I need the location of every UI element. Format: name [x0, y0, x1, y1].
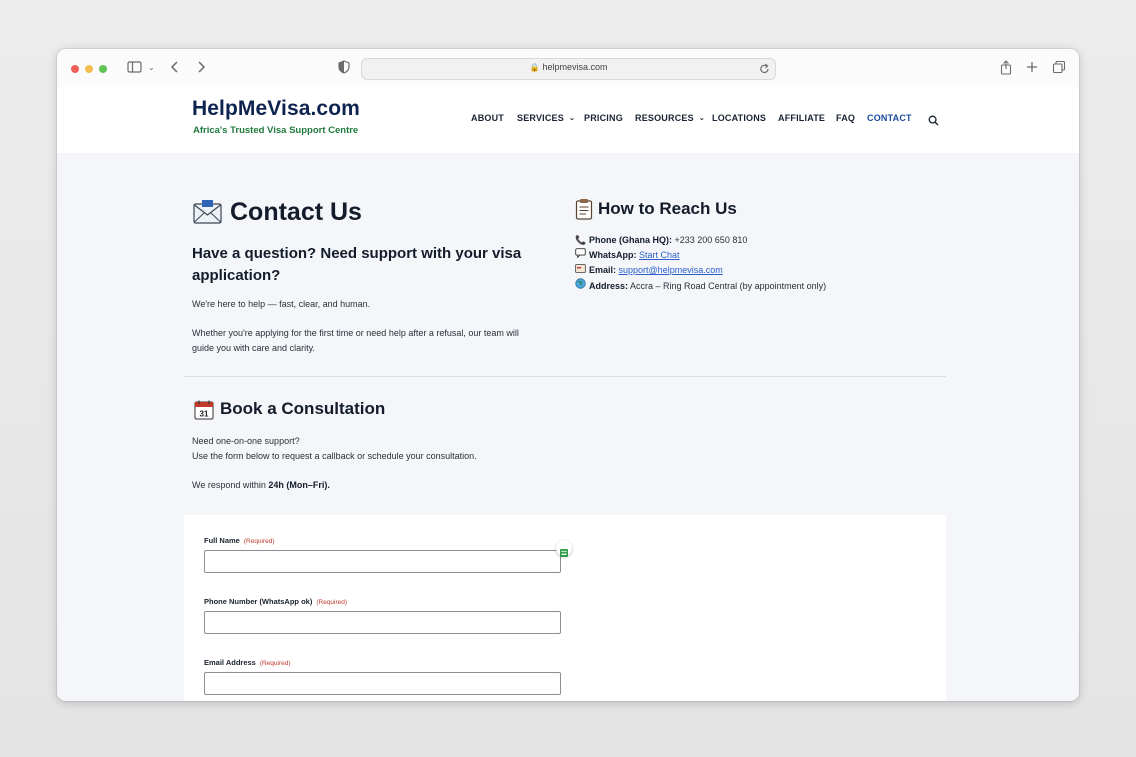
svg-text:31: 31: [200, 410, 209, 419]
autofill-badge[interactable]: [556, 540, 572, 557]
nav-faq[interactable]: FAQ: [836, 113, 855, 123]
sidebar-toggle-icon[interactable]: [127, 60, 143, 76]
address-bar[interactable]: 🔒 helpmevisa.com: [361, 58, 776, 80]
tab-overview-icon[interactable]: [1052, 60, 1066, 76]
site-logo[interactable]: HelpMeVisa.com: [192, 97, 360, 121]
booking-line-2: Use the form below to request a callback…: [192, 451, 477, 461]
lock-icon: 🔒: [529, 63, 540, 72]
new-tab-plus-icon[interactable]: [1026, 60, 1038, 76]
chat-bubble-icon: [575, 248, 586, 262]
full-name-label: Full Name (Required): [204, 536, 275, 545]
booking-line-1: Need one-on-one support?: [192, 436, 300, 446]
nav-about[interactable]: ABOUT: [471, 113, 504, 123]
web-page: HelpMeVisa.com Africa's Trusted Visa Sup…: [57, 87, 1079, 701]
address-line: Address: Accra – Ring Road Central (by a…: [575, 278, 826, 292]
clipboard-icon: [575, 198, 593, 225]
phone-number-input[interactable]: [204, 611, 561, 634]
phone-icon: 📞: [575, 235, 587, 245]
back-arrow-icon[interactable]: [170, 60, 180, 76]
url-text: helpmevisa.com: [542, 62, 608, 72]
page-title: Contact Us: [230, 198, 362, 226]
nav-services[interactable]: SERVICES ⌄: [517, 113, 575, 123]
contact-description-text: Whether you're applying for the first ti…: [192, 328, 519, 353]
share-icon[interactable]: [1000, 60, 1012, 76]
email-link[interactable]: support@helpmevisa.com: [619, 265, 723, 275]
forward-arrow-icon[interactable]: [196, 60, 206, 76]
nav-locations[interactable]: LOCATIONS: [712, 113, 766, 123]
nav-pricing[interactable]: PRICING: [584, 113, 623, 123]
chevron-down-icon: ⌄: [698, 115, 705, 122]
browser-window: ⌄ 🔒 helpmevisa.com HelpMeVisa.com Africa…: [57, 49, 1079, 701]
required-indicator: (Required): [259, 660, 291, 667]
calendar-icon: 31: [194, 400, 214, 425]
reload-icon[interactable]: [759, 62, 770, 80]
full-name-input[interactable]: [204, 550, 561, 573]
minimize-window-button[interactable]: [85, 65, 93, 73]
nav-affiliate[interactable]: AFFILIATE: [778, 113, 825, 123]
contact-intro-text: We're here to help — fast, clear, and hu…: [192, 299, 371, 309]
whatsapp-start-chat-link[interactable]: Start Chat: [639, 250, 680, 260]
phone-number-label: Phone Number (WhatsApp ok) (Required): [204, 597, 348, 606]
reach-us-heading: How to Reach Us: [598, 199, 737, 218]
response-time-text: We respond within 24h (Mon–Fri).: [192, 480, 330, 490]
contact-question-heading: Have a question? Need support with your …: [192, 245, 522, 284]
zoom-window-button[interactable]: [99, 65, 107, 73]
required-indicator: (Required): [243, 538, 275, 545]
phone-line: 📞 Phone (Ghana HQ): +233 200 650 810: [575, 235, 748, 245]
email-address-label: Email Address (Required): [204, 658, 291, 667]
site-tagline: Africa's Trusted Visa Support Centre: [193, 125, 359, 136]
browser-toolbar: ⌄ 🔒 helpmevisa.com: [57, 49, 1079, 88]
book-consultation-heading: Book a Consultation: [220, 399, 386, 418]
envelope-icon: [193, 199, 223, 230]
email-icon: [575, 263, 586, 277]
chevron-down-icon[interactable]: ⌄: [148, 60, 155, 76]
chevron-down-icon: ⌄: [568, 115, 576, 122]
phone-number[interactable]: +233 200 650 810: [675, 235, 748, 245]
email-line: Email: support@helpmevisa.com: [575, 263, 723, 277]
search-icon[interactable]: [928, 113, 939, 131]
globe-icon: [575, 278, 586, 293]
address-text: Accra – Ring Road Central (by appointmen…: [630, 281, 827, 291]
close-window-button[interactable]: [71, 65, 79, 73]
required-indicator: (Required): [316, 599, 348, 606]
site-header: HelpMeVisa.com Africa's Trusted Visa Sup…: [57, 87, 1079, 153]
whatsapp-line: WhatsApp: Start Chat: [575, 248, 680, 262]
nav-resources[interactable]: RESOURCES ⌄: [635, 113, 705, 123]
nav-contact[interactable]: CONTACT: [867, 113, 912, 123]
keyboard-icon: [560, 544, 568, 562]
shield-icon[interactable]: [338, 60, 350, 76]
email-address-input[interactable]: [204, 672, 561, 695]
section-divider: [184, 376, 946, 377]
